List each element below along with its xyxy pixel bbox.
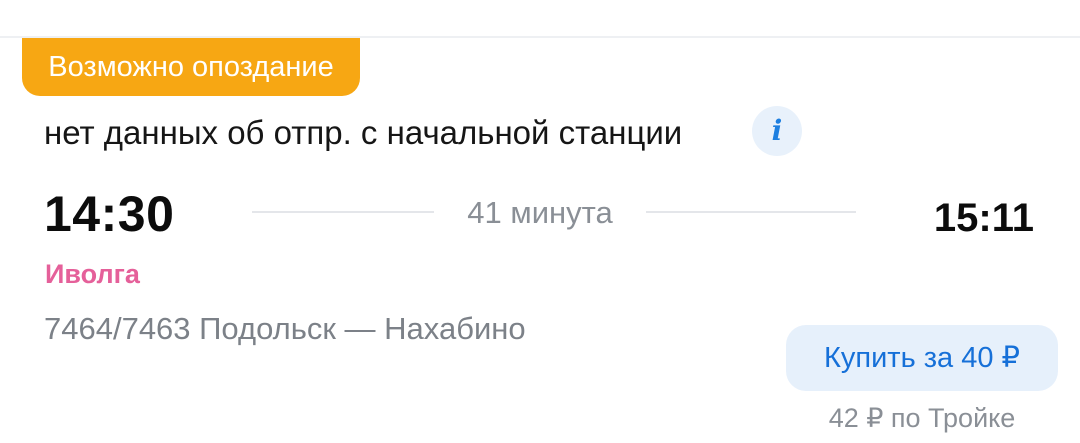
departure-note: нет данных об отпр. с начальной станции	[44, 114, 683, 151]
delay-badge: Возможно опоздание	[22, 38, 360, 96]
trip-duration: 41 минута	[467, 195, 613, 230]
arrival-time: 15:11	[933, 196, 1034, 240]
trip-card[interactable]: Возможно опоздание нет данных об отпр. с…	[0, 38, 1080, 443]
duration-line-left	[252, 211, 434, 213]
train-brand: Иволга	[45, 259, 140, 289]
departure-time: 14:30	[44, 186, 175, 242]
troika-price: 42 ₽ по Тройке	[828, 403, 1016, 433]
duration-line-right	[646, 211, 856, 213]
train-route: 7464/7463 Подольск — Нахабино	[44, 311, 526, 346]
info-icon[interactable]: i	[752, 106, 802, 156]
buy-ticket-button[interactable]: Купить за 40 ₽	[786, 325, 1058, 391]
